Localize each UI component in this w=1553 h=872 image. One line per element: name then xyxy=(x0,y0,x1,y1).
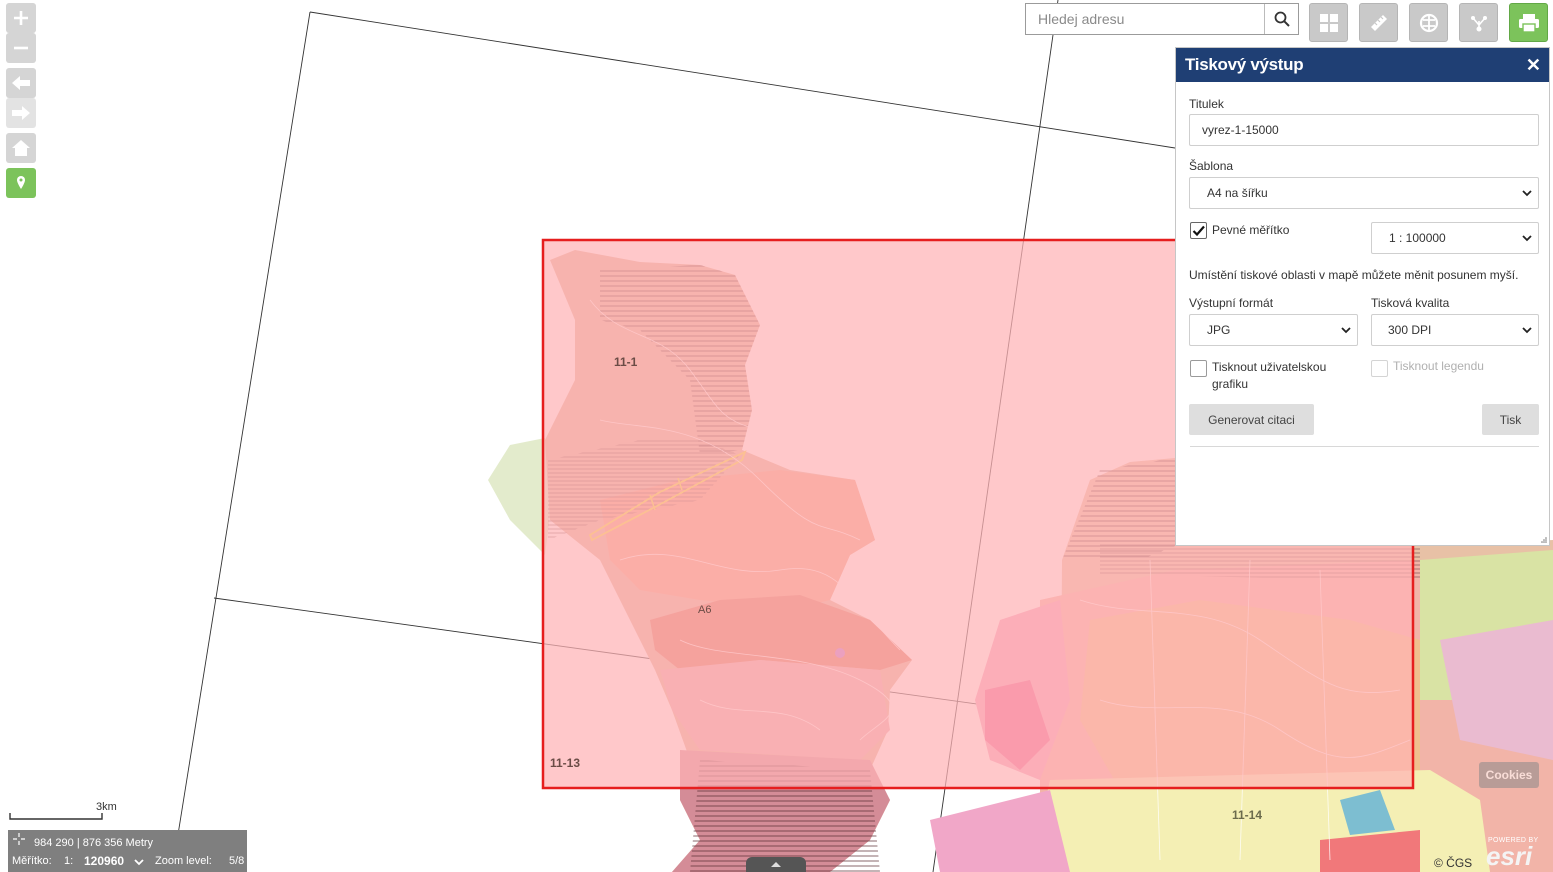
share-button[interactable] xyxy=(1459,3,1498,42)
bottom-panel-toggle[interactable] xyxy=(746,857,806,872)
template-select-value: A4 na šířku xyxy=(1207,186,1268,200)
layers-icon xyxy=(1419,13,1438,32)
quality-select[interactable]: 300 DPI xyxy=(1371,314,1539,346)
legend-label: Tisknout legendu xyxy=(1393,359,1484,373)
print-panel-header: Tiskový výstup ✕ xyxy=(1176,48,1549,82)
layers-button[interactable] xyxy=(1409,3,1448,42)
locate-button[interactable] xyxy=(6,168,36,198)
locate-icon xyxy=(17,176,25,189)
close-icon[interactable]: ✕ xyxy=(1526,55,1541,76)
template-select[interactable]: A4 na šířku xyxy=(1189,177,1539,209)
ruler-icon xyxy=(1370,14,1387,31)
zoom-level-label: Zoom level: xyxy=(155,855,212,867)
title-input[interactable]: vyrez-1-15000 xyxy=(1189,114,1539,146)
scale-bar-line xyxy=(9,813,103,820)
format-select[interactable]: JPG xyxy=(1189,314,1358,346)
address-search-input[interactable] xyxy=(1026,4,1264,34)
fixed-scale-checkbox[interactable] xyxy=(1190,222,1207,239)
search-icon xyxy=(1274,11,1290,27)
chevron-down-icon[interactable] xyxy=(134,857,144,867)
scale-select-value: 1 : 100000 xyxy=(1389,231,1446,245)
next-extent-button[interactable] xyxy=(6,98,36,128)
area-label: A6 xyxy=(698,604,711,616)
scale-select[interactable]: 1 : 100000 xyxy=(1371,222,1539,254)
resize-grip-icon[interactable] xyxy=(1540,536,1548,544)
status-bar: 984 290 | 876 356 Metry Měřítko: 1: 1209… xyxy=(8,830,247,872)
print-button[interactable] xyxy=(1509,3,1548,42)
chevron-down-icon xyxy=(1341,327,1351,334)
panel-divider xyxy=(1190,446,1539,447)
format-label: Výstupní formát xyxy=(1189,296,1274,310)
share-icon xyxy=(1470,15,1487,31)
print-area-hint: Umístění tiskové oblasti v mapě můžete m… xyxy=(1189,268,1519,282)
basemap-gallery-button[interactable] xyxy=(1309,3,1348,42)
chevron-down-icon xyxy=(1522,190,1532,197)
title-label: Titulek xyxy=(1189,97,1224,111)
quality-label: Tisková kvalita xyxy=(1371,296,1450,310)
scale-prefix: 1: xyxy=(64,855,74,867)
address-search xyxy=(1025,3,1299,35)
grid-icon xyxy=(1319,13,1338,32)
scale-value[interactable]: 120960 xyxy=(84,854,124,868)
measure-button[interactable] xyxy=(1359,3,1398,42)
fixed-scale-label: Pevné měřítko xyxy=(1212,223,1290,237)
zoom-in-button[interactable] xyxy=(6,3,36,33)
cookies-button[interactable]: Cookies xyxy=(1479,762,1539,788)
print-panel-title: Tiskový výstup xyxy=(1185,55,1304,74)
legend-checkbox[interactable] xyxy=(1371,360,1388,377)
checkmark-icon xyxy=(1192,225,1205,237)
title-input-value: vyrez-1-15000 xyxy=(1202,123,1279,137)
printer-icon xyxy=(1518,13,1539,33)
print-panel: Tiskový výstup ✕ Titulek vyrez-1-15000 Š… xyxy=(1175,47,1550,546)
quality-select-value: 300 DPI xyxy=(1388,323,1432,337)
generate-citation-button[interactable]: Generovat citaci xyxy=(1189,404,1314,435)
sheet-label-11-1: 11-1 xyxy=(614,355,638,369)
user-graphics-label-line1: Tisknout uživatelskou xyxy=(1212,360,1327,374)
coordinates-readout: 984 290 | 876 356 Metry xyxy=(34,837,154,849)
user-graphics-label: Tisknout uživatelskou grafiku xyxy=(1212,359,1326,393)
attribution-text: © ČGS xyxy=(1434,856,1473,870)
sheet-label-11-13: 11-13 xyxy=(550,756,580,770)
print-submit-button[interactable]: Tisk xyxy=(1482,404,1539,435)
scale-label: Měřítko: xyxy=(12,855,52,867)
format-select-value: JPG xyxy=(1207,323,1231,337)
forward-arrow-icon xyxy=(12,106,30,120)
back-arrow-icon xyxy=(12,76,30,90)
user-graphics-label-line2: grafiku xyxy=(1212,377,1249,391)
home-icon xyxy=(12,140,30,156)
zoom-level-value: 5/8 xyxy=(229,855,245,867)
chevron-up-icon xyxy=(771,862,781,867)
sheet-label-11-14: 11-14 xyxy=(1232,808,1262,822)
user-graphics-checkbox[interactable] xyxy=(1190,360,1207,377)
scale-bar: 3km xyxy=(9,801,117,821)
zoom-in-icon xyxy=(14,11,28,25)
chevron-down-icon xyxy=(1522,235,1532,242)
zoom-out-button[interactable] xyxy=(6,33,36,63)
template-label: Šablona xyxy=(1189,159,1234,173)
esri-logo-text: esri xyxy=(1486,841,1533,871)
zoom-out-icon xyxy=(14,46,28,50)
search-button[interactable] xyxy=(1264,4,1298,34)
crosshair-icon xyxy=(13,833,25,845)
chevron-down-icon xyxy=(1522,327,1532,334)
previous-extent-button[interactable] xyxy=(6,68,36,98)
home-button[interactable] xyxy=(6,133,36,163)
esri-logo[interactable]: POWERED BY esri xyxy=(1484,834,1550,872)
